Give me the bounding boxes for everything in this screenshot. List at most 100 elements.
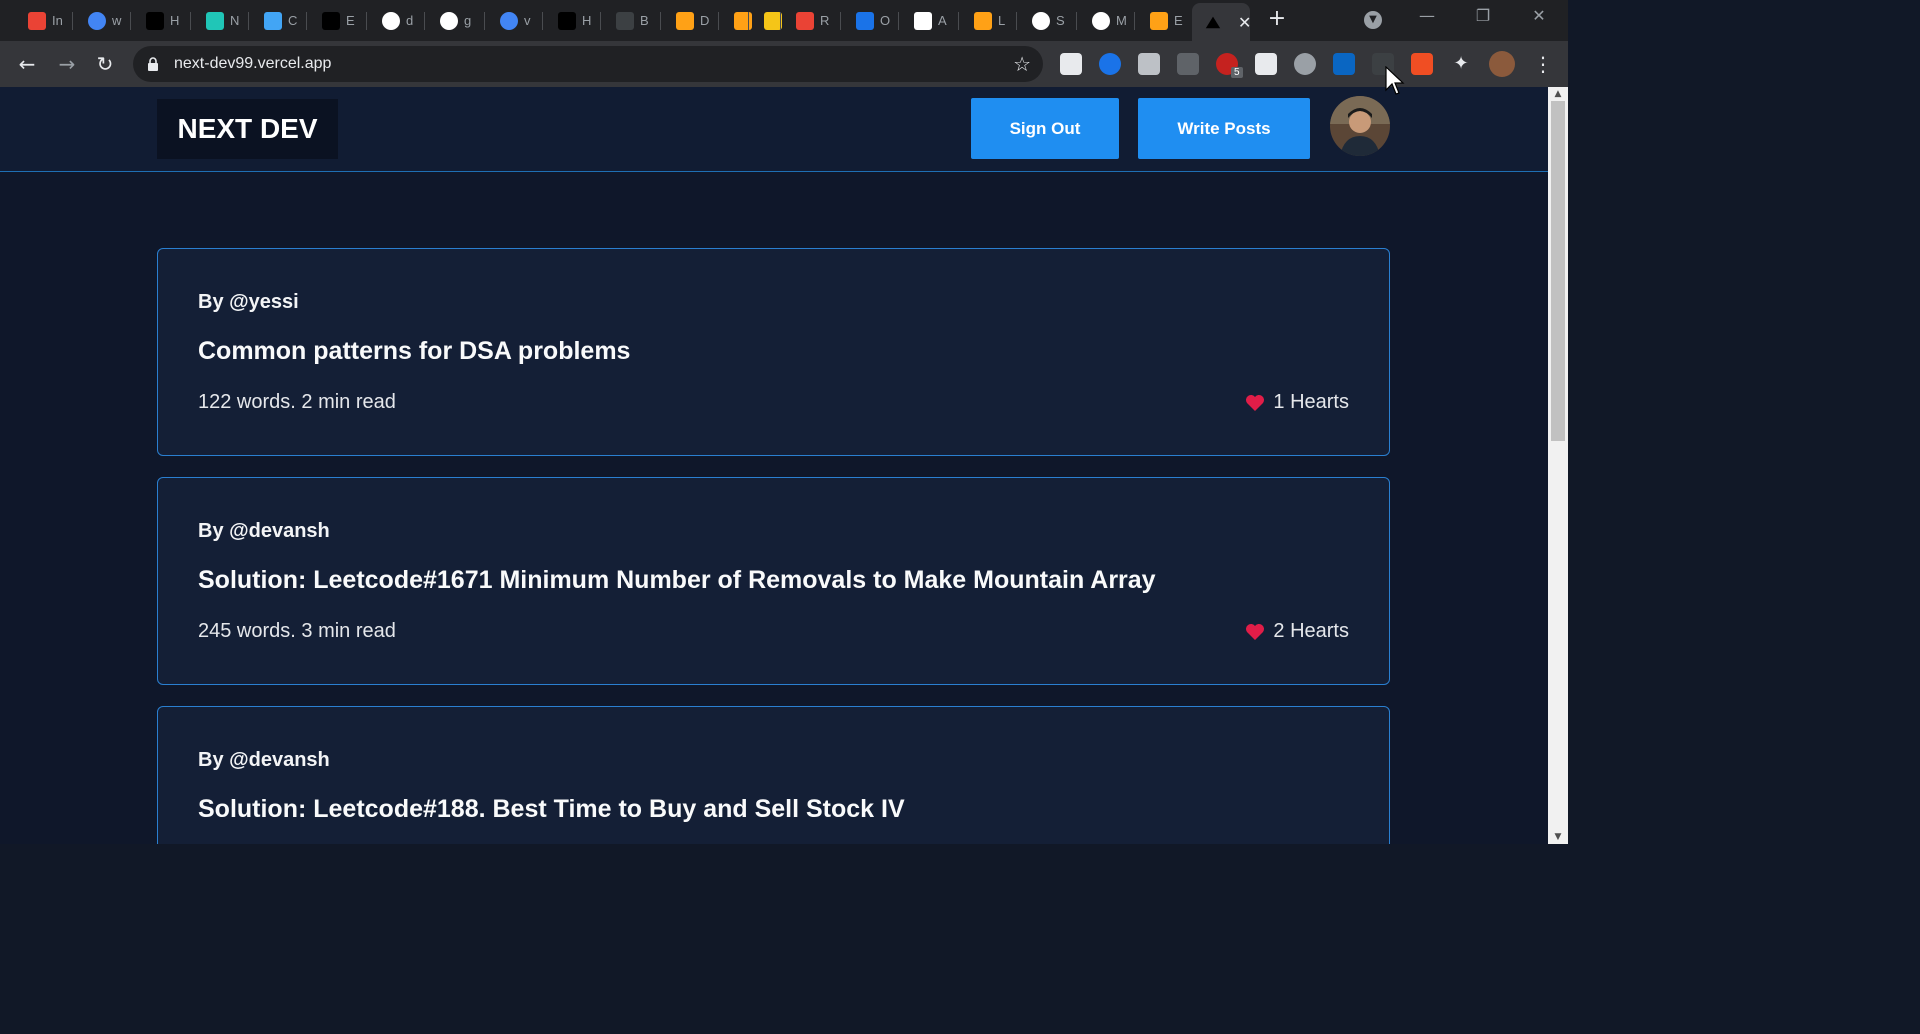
browser-tab[interactable]: M: [1080, 4, 1127, 37]
tab-title: d: [406, 13, 414, 28]
tab-title: L: [998, 13, 1006, 28]
browser-tab[interactable]: H: [134, 4, 179, 37]
netlify-icon: [206, 11, 224, 30]
bookmark-star-icon[interactable]: ☆: [1013, 52, 1031, 76]
gmail-icon: [28, 11, 46, 30]
browser-tab[interactable]: E: [1138, 4, 1183, 37]
site-logo[interactable]: NEXT DEV: [157, 99, 338, 159]
post-author-link[interactable]: By @yessi: [198, 291, 299, 314]
browser-tab[interactable]: A: [902, 4, 947, 37]
tab-title: A: [938, 13, 947, 28]
puzzle-extensions-icon[interactable]: ✦: [1450, 53, 1472, 75]
site-navbar: NEXT DEV Sign Out Write Posts: [0, 87, 1548, 172]
page-scrollbar[interactable]: ▲ ▼: [1548, 87, 1568, 844]
post-card[interactable]: By @devansh Solution: Leetcode#1671 Minim…: [157, 477, 1390, 685]
user-avatar[interactable]: [1330, 96, 1390, 156]
arc-extension-icon[interactable]: [1294, 53, 1316, 75]
address-bar[interactable]: next-dev99.vercel.app ☆: [133, 46, 1043, 82]
tab-title: H: [582, 13, 592, 28]
close-window-icon[interactable]: ✕: [1526, 6, 1552, 25]
profile-avatar-icon[interactable]: [1489, 51, 1515, 77]
chat-extension-icon[interactable]: [1138, 53, 1160, 75]
vercel-icon: [1205, 16, 1221, 29]
post-title-link[interactable]: Solution: Leetcode#188. Best Time to Buy…: [198, 795, 905, 824]
tab-separator: [898, 12, 899, 30]
extension-badge: 5: [1231, 67, 1243, 78]
tab-title: M: [1116, 13, 1127, 28]
browser-tab[interactable]: g: [428, 4, 471, 37]
notion-extension-icon[interactable]: [1060, 53, 1082, 75]
heart-icon: [1246, 394, 1265, 411]
tab-separator: [600, 12, 601, 30]
tab-separator: [1134, 12, 1135, 30]
hearts-count: 1 Hearts: [1273, 391, 1349, 413]
post-title-link[interactable]: Common patterns for DSA problems: [198, 337, 630, 366]
browser-tab[interactable]: [752, 4, 788, 37]
xm-icon: [856, 11, 874, 30]
post-hearts: 2 Hearts: [1245, 620, 1349, 643]
post-author-link[interactable]: By @devansh: [198, 749, 330, 772]
pen-extension-icon[interactable]: [1177, 53, 1199, 75]
post-author-link[interactable]: By @devansh: [198, 520, 330, 543]
tab-title: v: [524, 13, 531, 28]
tab-title: B: [640, 13, 649, 28]
hearts-count: 2 Hearts: [1273, 620, 1349, 642]
active-tab[interactable]: ✕: [1192, 3, 1251, 41]
kebab-menu-icon[interactable]: ⋮: [1530, 51, 1556, 77]
post-title-link[interactable]: Solution: Leetcode#1671 Minimum Number o…: [198, 566, 1156, 595]
restore-icon[interactable]: ❐: [1470, 6, 1496, 25]
browser-tab[interactable]: L: [962, 4, 1005, 37]
browser-tab[interactable]: d: [370, 4, 413, 37]
browser-tab[interactable]: C: [252, 4, 297, 37]
browser-tab[interactable]: w: [76, 4, 121, 37]
blank-icon: [616, 11, 634, 30]
scrollbar-thumb[interactable]: [1551, 101, 1565, 441]
gem-extension-icon[interactable]: [1099, 53, 1121, 75]
tab-search-icon[interactable]: ▼: [1364, 11, 1382, 29]
leetcode-icon: [676, 11, 694, 30]
tab-title: R: [820, 13, 830, 28]
tab-title: O: [880, 13, 891, 28]
sign-out-button[interactable]: Sign Out: [971, 98, 1119, 159]
url-text: next-dev99.vercel.app: [174, 55, 332, 72]
s-extension-icon[interactable]: [1255, 53, 1277, 75]
new-tab-button[interactable]: +: [1266, 8, 1288, 30]
tab-title: E: [1174, 13, 1183, 28]
tab-title: g: [464, 13, 472, 28]
tiktok-extension-icon[interactable]: [1411, 53, 1433, 75]
post-card[interactable]: By @devansh Solution: Leetcode#188. Best …: [157, 706, 1390, 844]
browser-tab[interactable]: O: [844, 4, 890, 37]
browser-tab[interactable]: H: [546, 4, 591, 37]
browser-tab[interactable]: S: [1020, 4, 1065, 37]
browser-tab[interactable]: v: [488, 4, 531, 37]
tab-separator: [748, 12, 749, 30]
scroll-up-icon[interactable]: ▲: [1548, 89, 1568, 99]
tab-separator: [72, 12, 73, 30]
write-posts-button[interactable]: Write Posts: [1138, 98, 1310, 159]
forward-icon[interactable]: →: [54, 51, 80, 77]
reload-icon[interactable]: ↻: [92, 51, 118, 77]
tab-separator: [958, 12, 959, 30]
tab-separator: [780, 12, 781, 30]
github-icon: [1032, 11, 1050, 30]
tab-separator: [840, 12, 841, 30]
browser-tab[interactable]: D: [664, 4, 709, 37]
tab-separator: [130, 12, 131, 30]
minimize-icon[interactable]: —: [1414, 6, 1440, 25]
browser-tab[interactable]: E: [310, 4, 355, 37]
browser-tab[interactable]: In: [16, 4, 63, 37]
linkedin-extension-icon[interactable]: [1333, 53, 1355, 75]
browser-tab[interactable]: B: [604, 4, 649, 37]
tab-separator: [248, 12, 249, 30]
google-icon: [88, 11, 106, 30]
browser-tab[interactable]: N: [194, 4, 239, 37]
back-icon[interactable]: ←: [14, 51, 40, 77]
browser-tab[interactable]: R: [784, 4, 829, 37]
close-tab-icon[interactable]: ✕: [1238, 13, 1251, 32]
post-card[interactable]: By @yessi Common patterns for DSA problem…: [157, 248, 1390, 456]
scroll-down-icon[interactable]: ▼: [1548, 832, 1568, 842]
google-icon: [500, 11, 518, 30]
tab-separator: [424, 12, 425, 30]
browser-toolbar: ← → ↻ next-dev99.vercel.app ☆ 5 ✦ ⋮: [0, 41, 1568, 87]
amazon-icon: [914, 11, 932, 30]
